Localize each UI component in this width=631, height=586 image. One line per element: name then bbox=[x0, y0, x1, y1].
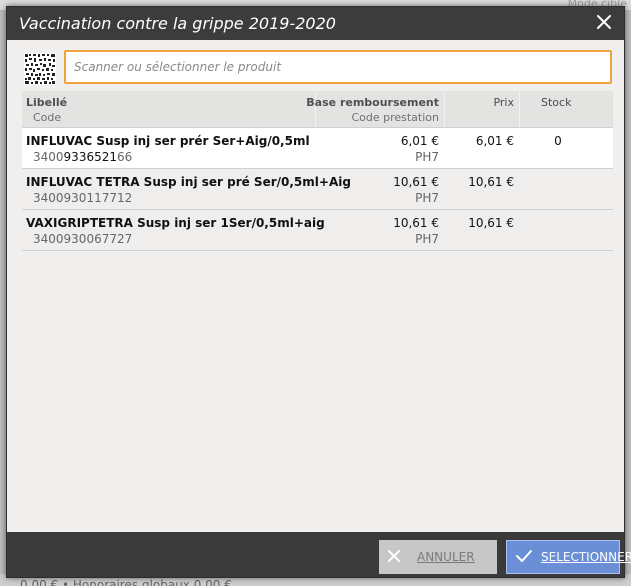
close-icon bbox=[387, 549, 401, 566]
header-separator bbox=[519, 91, 520, 127]
prix: 10,61 € bbox=[468, 175, 514, 189]
base-remboursement: 10,61 € bbox=[393, 175, 439, 189]
base-remboursement: 6,01 € bbox=[400, 134, 439, 148]
background-bottom-text: 0,00 € • Honoraires globaux 0,00 € bbox=[20, 578, 232, 586]
select-button-label: SELECTIONNER bbox=[541, 550, 631, 564]
table-row[interactable]: VAXIGRIPTETRA Susp inj ser 1Ser/0,5ml+ai… bbox=[22, 210, 613, 251]
header-base-remboursement[interactable]: Base remboursement bbox=[306, 96, 439, 109]
product-name: VAXIGRIPTETRA Susp inj ser 1Ser/0,5ml+ai… bbox=[26, 216, 325, 230]
select-button[interactable]: SELECTIONNER bbox=[506, 540, 631, 574]
header-code-prestation[interactable]: Code prestation bbox=[351, 111, 439, 124]
checkmark-icon bbox=[515, 549, 533, 566]
cancel-button-label: ANNULER bbox=[417, 550, 475, 564]
header-prix[interactable]: Prix bbox=[493, 96, 514, 109]
product-search-input[interactable] bbox=[64, 50, 612, 84]
product-code: 3400930117712 bbox=[33, 191, 133, 205]
code-prestation: PH7 bbox=[415, 232, 439, 246]
product-code: 3400933652166 bbox=[33, 150, 133, 164]
code-prestation: PH7 bbox=[415, 150, 439, 164]
dialog-title-bar: Vaccination contre la grippe 2019-2020 bbox=[7, 7, 624, 40]
scan-row bbox=[24, 50, 616, 86]
product-code: 3400930067727 bbox=[33, 232, 133, 246]
barcode-icon[interactable] bbox=[24, 53, 56, 85]
table-header: Libellé Code Base remboursement Code pre… bbox=[22, 91, 613, 128]
header-separator bbox=[444, 91, 445, 127]
cancel-button[interactable]: ANNULER bbox=[379, 540, 497, 574]
product-table: Libellé Code Base remboursement Code pre… bbox=[22, 91, 613, 251]
dialog-title: Vaccination contre la grippe 2019-2020 bbox=[19, 14, 336, 33]
prix: 10,61 € bbox=[468, 216, 514, 230]
base-remboursement: 10,61 € bbox=[393, 216, 439, 230]
table-row[interactable]: INFLUVAC TETRA Susp inj ser pré Ser/0,5m… bbox=[22, 169, 613, 210]
product-name: INFLUVAC TETRA Susp inj ser pré Ser/0,5m… bbox=[26, 175, 351, 189]
header-libelle[interactable]: Libellé bbox=[26, 96, 67, 109]
product-selection-dialog: Vaccination contre la grippe 2019-2020 S… bbox=[6, 6, 631, 578]
code-prestation: PH7 bbox=[415, 191, 439, 205]
header-stock[interactable]: Stock bbox=[541, 96, 571, 109]
product-name: INFLUVAC Susp inj ser prér Ser+Aig/0,5ml bbox=[26, 134, 310, 148]
close-icon[interactable] bbox=[594, 12, 614, 32]
dialog-footer: ANNULER SELECTIONNER bbox=[7, 532, 631, 577]
stock: 0 bbox=[554, 134, 562, 148]
table-row[interactable]: INFLUVAC Susp inj ser prér Ser+Aig/0,5ml… bbox=[22, 128, 613, 169]
prix: 6,01 € bbox=[475, 134, 514, 148]
header-code[interactable]: Code bbox=[33, 111, 61, 124]
